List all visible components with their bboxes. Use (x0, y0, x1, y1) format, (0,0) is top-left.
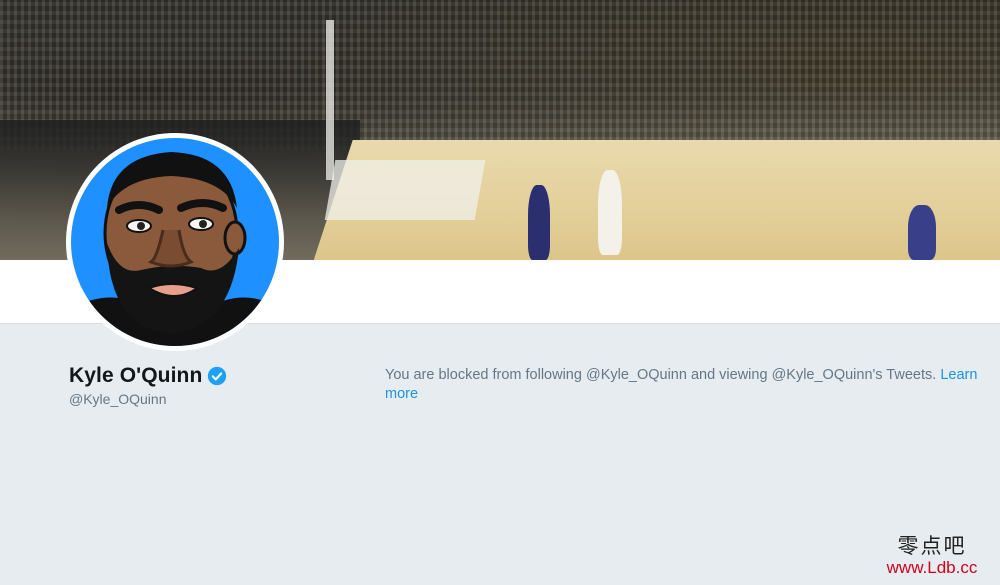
banner-player (598, 170, 622, 255)
watermark-url: www.Ldb.cc (886, 558, 978, 577)
blocked-notice-text: You are blocked from following @Kyle_OQu… (385, 367, 941, 383)
banner-sign (324, 160, 486, 220)
profile-name-row: Kyle O'Quinn (69, 364, 227, 388)
blocked-notice: You are blocked from following @Kyle_OQu… (385, 366, 990, 404)
banner-player (908, 205, 936, 260)
verified-badge-icon (208, 366, 227, 386)
profile-display-name[interactable]: Kyle O'Quinn (69, 364, 202, 388)
avatar-illustration (71, 138, 279, 346)
profile-handle[interactable]: @Kyle_OQuinn (69, 391, 166, 407)
watermark-chinese: 零点吧 (897, 534, 967, 558)
avatar[interactable] (66, 133, 284, 351)
profile-page: Kyle O'Quinn @Kyle_OQuinn You are blocke… (0, 0, 1000, 585)
banner-hoop-pole (326, 20, 334, 180)
banner-player (528, 185, 550, 260)
watermark: 零点吧 www.Ldb.cc (872, 534, 992, 578)
